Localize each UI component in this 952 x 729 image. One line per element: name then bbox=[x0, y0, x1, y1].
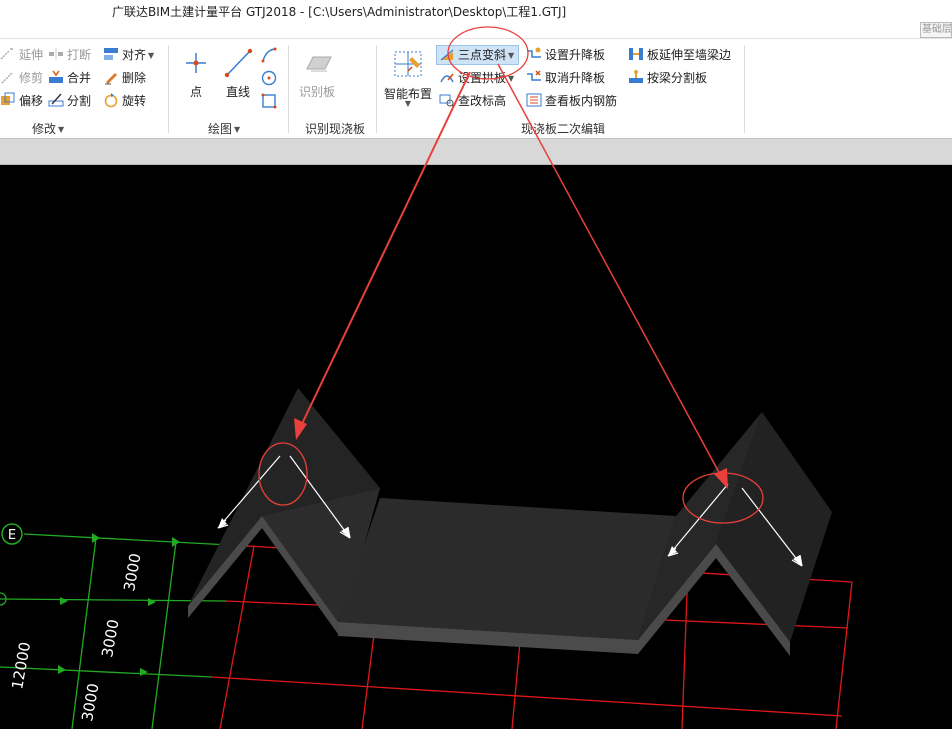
dimension-text: 12000 bbox=[8, 641, 34, 691]
split-by-beam-label: 按梁分割板 bbox=[647, 71, 708, 85]
arch-slab-icon bbox=[439, 69, 455, 85]
split-by-beam-icon bbox=[628, 69, 644, 85]
ribbon: 延伸 打断 对齐 ▼ 修剪 合并 删除 偏移 分割 旋转 修改 ▼ 点 直线 绘图 ▼ bbox=[0, 38, 952, 138]
chevron-down-icon: ▼ bbox=[508, 51, 515, 60]
extend-button[interactable]: 延伸 bbox=[0, 45, 43, 65]
rotate-label: 旋转 bbox=[122, 94, 147, 108]
align-label: 对齐 bbox=[122, 48, 147, 62]
rotate-button[interactable]: 旋转 bbox=[103, 91, 146, 111]
break-label: 打断 bbox=[67, 48, 92, 62]
three-point-slope-button[interactable]: 三点变斜 ▼ bbox=[436, 45, 520, 65]
merge-icon bbox=[48, 69, 64, 85]
arc-icon bbox=[260, 47, 278, 67]
group-separator bbox=[744, 45, 745, 133]
identify-slab-button[interactable]: 识别板 bbox=[294, 47, 340, 99]
delete-label: 删除 bbox=[122, 71, 147, 85]
split-icon bbox=[48, 92, 64, 108]
eraser-icon bbox=[103, 69, 119, 85]
line-button[interactable]: 直线 bbox=[218, 47, 258, 99]
circle-icon bbox=[260, 70, 278, 90]
trim-button[interactable]: 修剪 bbox=[0, 68, 43, 88]
set-drop-slab-icon bbox=[526, 46, 542, 62]
chevron-down-icon: ▼ bbox=[234, 125, 241, 134]
check-elevation-button[interactable]: 查改标高 bbox=[439, 91, 506, 111]
extend-to-beam-label: 板延伸至墙梁边 bbox=[647, 48, 732, 62]
group-draw-label[interactable]: 绘图 ▼ bbox=[208, 120, 240, 137]
trim-label: 修剪 bbox=[19, 71, 44, 85]
check-elevation-icon bbox=[439, 92, 455, 108]
title-bar: 广联达BIM土建计量平台 GTJ2018 - [C:\Users\Adminis… bbox=[0, 0, 952, 38]
smart-layout-button[interactable]: 智能布置 ▼ bbox=[382, 47, 434, 117]
dimension-text: 3000 bbox=[78, 682, 102, 723]
extend-to-beam-icon bbox=[628, 46, 644, 62]
align-button[interactable]: 对齐 ▼ bbox=[103, 45, 154, 65]
secondary-toolbar bbox=[0, 138, 952, 165]
offset-icon bbox=[0, 92, 16, 108]
split-button[interactable]: 分割 bbox=[48, 91, 91, 111]
group-separator bbox=[168, 45, 169, 133]
identify-slab-label: 识别板 bbox=[298, 85, 335, 99]
three-point-slope-icon bbox=[439, 46, 455, 62]
break-button[interactable]: 打断 bbox=[48, 45, 91, 65]
point-icon bbox=[180, 47, 212, 82]
extend-icon bbox=[0, 46, 16, 62]
point-button[interactable]: 点 bbox=[176, 47, 216, 99]
view-slab-rebar-label: 查看板内钢筋 bbox=[545, 94, 618, 108]
group-slab-edit-label: 现浇板二次编辑 bbox=[521, 122, 606, 136]
group-separator bbox=[376, 45, 377, 133]
trim-icon bbox=[0, 69, 16, 85]
line-icon bbox=[222, 47, 254, 82]
cancel-drop-slab-label: 取消升降板 bbox=[545, 71, 606, 85]
group-modify-label[interactable]: 修改 ▼ bbox=[32, 120, 64, 137]
check-elevation-label: 查改标高 bbox=[458, 94, 507, 108]
set-arch-slab-label: 设置拱板 bbox=[458, 71, 507, 85]
chevron-down-icon: ▼ bbox=[148, 51, 155, 60]
window-title: 广联达BIM土建计量平台 GTJ2018 - [C:\Users\Adminis… bbox=[112, 5, 567, 19]
merge-button[interactable]: 合并 bbox=[48, 68, 91, 88]
group-separator bbox=[288, 45, 289, 133]
chevron-down-icon: ▼ bbox=[508, 74, 515, 83]
break-icon bbox=[48, 46, 64, 62]
view-slab-rebar-button[interactable]: 查看板内钢筋 bbox=[526, 91, 617, 111]
chevron-down-icon: ▼ bbox=[404, 99, 412, 108]
extend-label: 延伸 bbox=[19, 48, 44, 62]
set-drop-slab-label: 设置升降板 bbox=[545, 48, 606, 62]
set-arch-slab-button[interactable]: 设置拱板 ▼ bbox=[439, 68, 514, 88]
cancel-drop-slab-button[interactable]: 取消升降板 bbox=[526, 68, 605, 88]
view-slab-rebar-icon bbox=[526, 92, 542, 108]
three-point-slope-label: 三点变斜 bbox=[458, 48, 507, 62]
line-label: 直线 bbox=[225, 85, 250, 99]
cancel-drop-slab-icon bbox=[526, 69, 542, 85]
offset-label: 偏移 bbox=[19, 94, 44, 108]
dimension-text: 3000 bbox=[98, 618, 122, 659]
offset-button[interactable]: 偏移 bbox=[0, 91, 43, 111]
smart-layout-icon bbox=[392, 49, 424, 82]
group-identify-label: 识别现浇板 bbox=[305, 122, 366, 136]
align-icon bbox=[103, 46, 119, 62]
circle-button[interactable] bbox=[260, 69, 278, 90]
extend-to-beam-button[interactable]: 板延伸至墙梁边 bbox=[628, 45, 731, 65]
arc-button[interactable] bbox=[260, 46, 278, 67]
point-label: 点 bbox=[189, 85, 202, 99]
dimension-text: 3000 bbox=[120, 552, 144, 593]
split-label: 分割 bbox=[67, 94, 92, 108]
merge-label: 合并 bbox=[67, 71, 92, 85]
split-by-beam-button[interactable]: 按梁分割板 bbox=[628, 68, 707, 88]
set-drop-slab-button[interactable]: 设置升降板 bbox=[526, 45, 605, 65]
identify-slab-icon bbox=[301, 49, 333, 80]
axis-label-e: E bbox=[8, 528, 16, 543]
rectangle-button[interactable] bbox=[260, 92, 278, 113]
rectangle-icon bbox=[260, 93, 278, 113]
delete-button[interactable]: 删除 bbox=[103, 68, 146, 88]
chevron-down-icon: ▼ bbox=[58, 125, 65, 134]
rotate-icon bbox=[103, 92, 119, 108]
3d-viewport[interactable]: E 3000 3000 3000 12000 bbox=[0, 165, 952, 729]
floor-selector[interactable]: 基础层 bbox=[920, 22, 952, 38]
scene-canvas[interactable]: E 3000 3000 3000 12000 bbox=[0, 165, 952, 729]
center-flat-slab[interactable] bbox=[338, 498, 676, 654]
